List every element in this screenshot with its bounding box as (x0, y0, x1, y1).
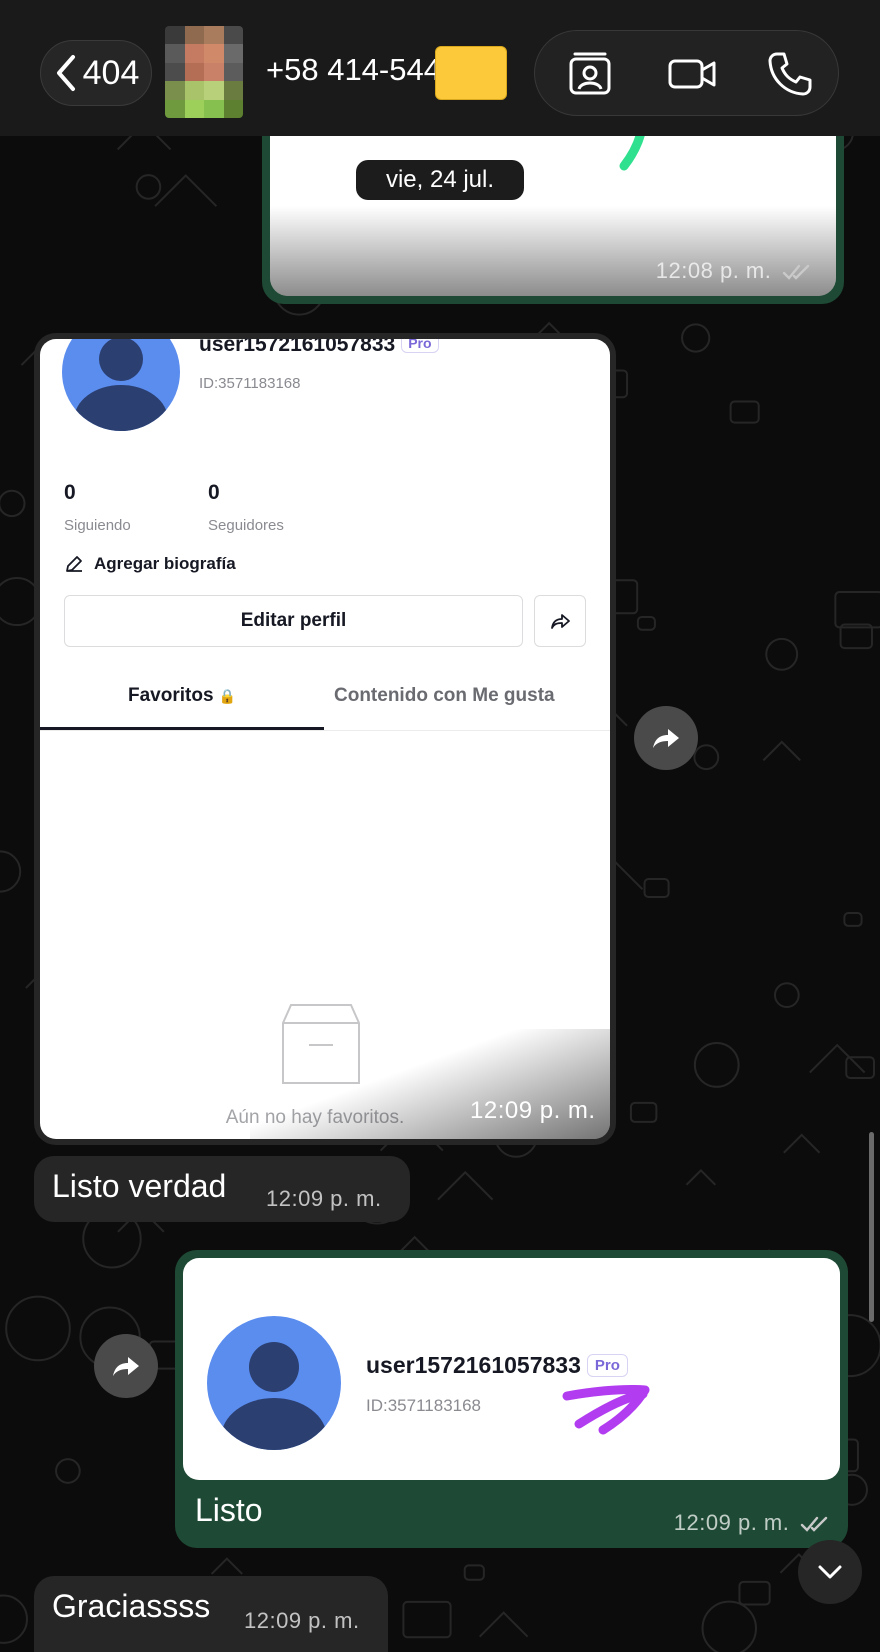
sent-image-message[interactable]: user1572161057833 Pro ID:3571183168 Listo… (175, 1250, 848, 1548)
wallpaper-doodle (463, 1564, 485, 1581)
tab-favoritos: Favoritos 🔒 (128, 685, 237, 706)
followers-label: Seguidores (208, 517, 284, 534)
contact-card-button[interactable] (563, 47, 617, 101)
received-image-message[interactable]: user1572161057833 Pro ID:3571183168 0 Sig… (34, 333, 616, 1145)
wallpaper-doodle (762, 740, 801, 762)
wallpaper-doodle (402, 1600, 452, 1639)
chevron-left-icon (56, 55, 75, 91)
wallpaper-doodle (783, 1133, 821, 1154)
message-time: 12:09 p. m. (244, 1608, 360, 1633)
contact-card-icon (569, 52, 611, 95)
wallpaper-doodle (437, 1170, 494, 1201)
read-ticks-icon (782, 264, 810, 280)
scrollbar[interactable] (869, 1132, 874, 1322)
wallpaper-doodle (55, 1458, 81, 1484)
wallpaper-doodle (0, 489, 26, 518)
wallpaper-doodle (809, 1043, 866, 1074)
wallpaper-doodle (729, 400, 760, 424)
wallpaper-doodle (643, 877, 670, 899)
wallpaper-doodle (681, 323, 711, 353)
profile-id: ID:3571183168 (366, 1396, 482, 1415)
wallpaper-doodle (765, 637, 799, 671)
tab-divider (40, 730, 610, 731)
pro-badge: Pro (586, 1354, 628, 1377)
forward-arrow-icon (113, 1357, 139, 1376)
video-call-button[interactable] (665, 47, 719, 101)
following-count: 0 (64, 481, 76, 504)
received-text-message[interactable]: Graciassss 12:09 p. m. (34, 1576, 388, 1652)
redaction-mark (435, 46, 507, 100)
received-text-message[interactable]: Listo verdad 12:09 p. m. (34, 1156, 410, 1222)
lock-icon: 🔒 (218, 688, 237, 704)
followers-count: 0 (208, 481, 220, 504)
time-text: 12:09 p. m. (673, 1510, 790, 1535)
sent-image-message[interactable]: 12:08 p. m. (262, 110, 844, 304)
message-time: 12:09 p. m. (266, 1186, 382, 1211)
wallpaper-doodle (0, 1594, 28, 1644)
read-ticks-icon (800, 1516, 828, 1532)
tab-liked-content: Contenido con Me gusta (334, 685, 555, 706)
profile-username: user1572161057833 Pro (366, 1352, 628, 1379)
wallpaper-doodle (773, 982, 800, 1009)
add-bio-row: Agregar biografía (64, 554, 236, 574)
message-time: 12:08 p. m. (656, 258, 814, 284)
profile-avatar (207, 1316, 341, 1450)
contact-avatar[interactable] (165, 26, 243, 118)
contact-name[interactable]: +58 414-544 (266, 52, 441, 88)
phone-icon (768, 52, 812, 96)
forward-button[interactable] (94, 1334, 158, 1398)
edit-profile-button: Editar perfil (64, 595, 523, 647)
forward-button[interactable] (634, 706, 698, 770)
call-actions (534, 30, 839, 116)
wallpaper-doodle (629, 1101, 658, 1123)
wallpaper-doodle (738, 1580, 771, 1606)
profile-screenshot[interactable]: user1572161057833 Pro ID:3571183168 0 Sig… (40, 339, 610, 1139)
wallpaper-doodle (693, 744, 720, 771)
wallpaper-doodle (685, 1168, 717, 1186)
unread-count: 404 (82, 53, 140, 92)
wallpaper-doodle (135, 174, 162, 200)
wallpaper-doodle (843, 911, 863, 927)
profile-avatar (62, 339, 180, 431)
message-time: 12:09 p. m. (470, 1097, 596, 1124)
wallpaper-doodle (0, 850, 22, 893)
share-arrow-icon (551, 614, 570, 629)
arrow-scribble-annotation (562, 1384, 650, 1435)
video-call-icon (668, 59, 716, 89)
message-text: Listo verdad (52, 1168, 227, 1204)
share-profile-button (534, 595, 586, 647)
date-separator: vie, 24 jul. (356, 160, 524, 200)
chat-header: 404 +58 414-544 (0, 0, 880, 136)
pencil-icon (66, 556, 82, 572)
profile-username: user1572161057833 Pro (199, 339, 439, 357)
message-time: 12:09 p. m. (674, 1510, 832, 1536)
wallpaper-doodle (5, 1295, 71, 1362)
pro-badge: Pro (401, 339, 439, 353)
wallpaper-doodle (478, 1611, 529, 1638)
profile-id: ID:3571183168 (199, 375, 301, 392)
wallpaper-doodle (693, 1042, 740, 1088)
time-text: 12:08 p. m. (655, 258, 772, 283)
message-caption: Listo (195, 1492, 263, 1528)
wallpaper-doodle (154, 174, 218, 207)
forward-arrow-icon (653, 729, 679, 748)
wallpaper-doodle (210, 1557, 243, 1575)
chevron-down-icon (818, 1565, 842, 1579)
voice-call-button[interactable] (763, 47, 817, 101)
add-bio-label: Agregar biografía (94, 554, 236, 573)
profile-screenshot[interactable]: user1572161057833 Pro ID:3571183168 (183, 1258, 840, 1480)
wallpaper-doodle (834, 591, 880, 629)
scroll-to-bottom-button[interactable] (798, 1540, 862, 1604)
wallpaper-doodle (701, 1600, 757, 1652)
wallpaper-doodle (636, 615, 656, 631)
message-text: Graciassss (52, 1588, 211, 1624)
following-label: Siguiendo (64, 517, 131, 534)
back-button[interactable]: 404 (40, 40, 152, 106)
